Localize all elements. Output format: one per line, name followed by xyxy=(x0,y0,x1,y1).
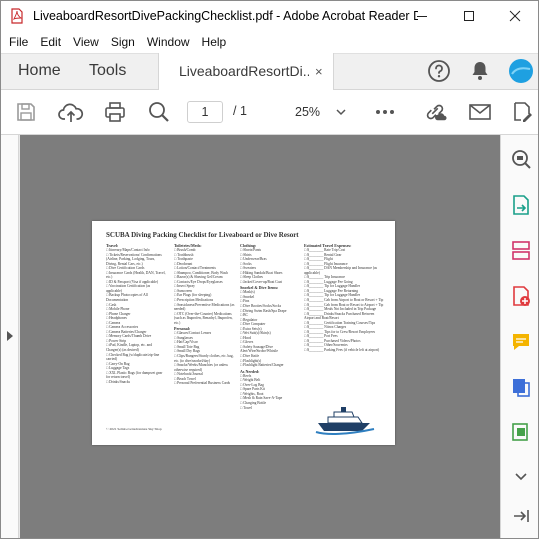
chevron-down-icon[interactable] xyxy=(510,465,532,487)
pdf-checklist-item: Safety Sausage/Dive Alert/Wire/Strobe/Wh… xyxy=(240,345,300,354)
edit-comment-icon[interactable] xyxy=(511,100,533,124)
page-number-input[interactable]: 1 xyxy=(187,101,223,123)
pdf-checklist-item: Towel xyxy=(240,406,300,411)
window-title: LiveaboardResortDivePackingChecklist.pdf… xyxy=(33,9,418,23)
pdf-checklist-item: Drinks/Snacks xyxy=(106,380,166,385)
page-total: / 1 xyxy=(233,104,247,118)
collapse-panel-icon[interactable] xyxy=(510,505,532,527)
tab-close-button[interactable]: × xyxy=(315,64,323,79)
pdf-checklist-item: $________ Meals Not Included in Trip Pac… xyxy=(304,307,384,312)
pdf-checklist-item: $________ Cab from Airport to Boat or Re… xyxy=(304,298,384,303)
pdf-checklist-item: XXL Plastic Bags (for dampwet gear for r… xyxy=(106,371,166,380)
minimize-button[interactable] xyxy=(399,1,445,31)
menu-bar: File Edit View Sign Window Help xyxy=(1,31,538,53)
pdf-column-4: Estimated Travel Expenses: $________ Rat… xyxy=(304,242,384,353)
pdf-item-list: Shorts/PantsShirtsUnderwear/BrasSocksSwe… xyxy=(240,248,300,284)
pdf-page: SCUBA Diving Packing Checklist for Livea… xyxy=(92,221,395,445)
title-bar: LiveaboardResortDivePackingChecklist.pdf… xyxy=(1,1,538,31)
toolbar: 1 / 1 25% xyxy=(1,90,538,135)
print-icon[interactable] xyxy=(104,100,126,124)
expand-left-panel-icon[interactable] xyxy=(6,330,14,342)
zoom-search-icon[interactable] xyxy=(147,100,171,124)
tab-bar: Home Tools LiveaboardResortDi... × xyxy=(1,53,538,91)
pdf-item-list: Glasses/Contact LensesSunglassesHat/Cap/… xyxy=(174,331,236,386)
pdf-checklist-item: Personal Preferential Business Cards xyxy=(174,381,236,386)
share-link-icon[interactable] xyxy=(422,100,448,124)
close-icon xyxy=(509,10,521,22)
pdf-checklist-item: Jacket/Cover-up/Boat Coat xyxy=(240,280,300,285)
pdf-checklist-item: Tickets/Reservations/ Confirmations (Air… xyxy=(106,253,166,267)
maximize-icon xyxy=(464,11,474,21)
save-icon[interactable] xyxy=(15,100,37,124)
tab-document-label: LiveaboardResortDi... xyxy=(179,63,309,79)
chevron-down-icon[interactable] xyxy=(335,100,347,124)
pdf-item-list: Brush/CombToothbrushToothpasteDeodorantL… xyxy=(174,248,236,325)
create-pdf-icon[interactable] xyxy=(510,285,532,307)
tab-home[interactable]: Home xyxy=(18,62,61,80)
pdf-item-list: $________ Rate Trip Cost$________ Rental… xyxy=(304,248,384,353)
pdf-checklist-item: $________ Drinks/Snacks Purchased Betwee… xyxy=(304,312,384,321)
pdf-checklist-item: Vaccination Certification (as applicable… xyxy=(106,284,166,293)
tab-tools[interactable]: Tools xyxy=(89,62,126,80)
pdf-checklist-item: Flashlight Batteries/Charger xyxy=(240,363,300,368)
document-area: SCUBA Diving Packing Checklist for Livea… xyxy=(1,135,500,538)
enhance-scan-icon[interactable] xyxy=(510,148,532,170)
comment-icon[interactable] xyxy=(510,331,532,353)
acrobat-window: LiveaboardResortDivePackingChecklist.pdf… xyxy=(0,0,539,539)
close-window-button[interactable] xyxy=(492,1,538,31)
right-tools-panel xyxy=(500,135,538,538)
pdf-checklist-item: $________ Parking Fees (if vehicle left … xyxy=(304,348,384,353)
cruise-ship-icon xyxy=(315,407,375,435)
pdf-checklist-item: Backup Photocopies of All Documentation xyxy=(106,293,166,302)
compress-pdf-icon[interactable] xyxy=(510,421,532,443)
menu-window[interactable]: Window xyxy=(141,35,196,49)
pdf-column-3: Clothing: Shorts/PantsShirtsUnderwear/Br… xyxy=(240,242,300,410)
menu-edit[interactable]: Edit xyxy=(34,35,67,49)
pdf-checklist-item: Snacks/Weeks/Munchies (or unless otherwi… xyxy=(174,363,236,372)
pdf-column-2: Toiletries/Meds: Brush/CombToothbrushToo… xyxy=(174,242,236,386)
pdf-item-list: ReefsWeight BeltOver-Log BagSpare Parts … xyxy=(240,374,300,410)
zoom-level-select[interactable]: 25% xyxy=(281,101,343,123)
upload-cloud-icon[interactable] xyxy=(58,100,84,124)
menu-view[interactable]: View xyxy=(67,35,105,49)
pdf-checklist-item: OTC (Over-the-Counter) Medications (such… xyxy=(174,312,236,326)
pdf-checklist-item: Checked Bag (w/duplicate/zip-line carrie… xyxy=(106,353,166,362)
export-pdf-icon[interactable] xyxy=(510,194,532,216)
acrobat-pdf-icon xyxy=(11,8,23,24)
document-viewport[interactable]: SCUBA Diving Packing Checklist for Livea… xyxy=(20,135,500,538)
pdf-item-list: Itinerary/Maps/Contact InfoTickets/Reser… xyxy=(106,248,166,384)
pdf-checklist-item: Seasickness/Preventive Medications (as n… xyxy=(174,303,236,312)
pdf-checklist-item: iPad, Kindle, Laptop, etc. and Charger(s… xyxy=(106,343,166,352)
profile-avatar-icon[interactable] xyxy=(508,58,534,84)
maximize-button[interactable] xyxy=(446,1,492,31)
more-tools-icon[interactable] xyxy=(374,100,396,124)
email-icon[interactable] xyxy=(468,100,492,124)
left-navigation-strip xyxy=(1,135,19,538)
menu-sign[interactable]: Sign xyxy=(105,35,141,49)
pdf-title: SCUBA Diving Packing Checklist for Livea… xyxy=(106,231,299,239)
menu-file[interactable]: File xyxy=(1,35,34,49)
menu-help[interactable]: Help xyxy=(196,35,233,49)
combine-files-icon[interactable] xyxy=(510,376,532,398)
pdf-checklist-item: $________ DAN Membership and Insurance (… xyxy=(304,266,384,275)
pdf-column-1: Travel: Itinerary/Maps/Contact InfoTicke… xyxy=(106,242,166,384)
pdf-footer: © 2021 SeliaLovelAdventure Sky Shop xyxy=(106,427,162,431)
minimize-icon xyxy=(417,16,427,17)
tab-document[interactable]: LiveaboardResortDi... × xyxy=(158,53,334,91)
pdf-checklist-item: Insurance Cards (Health, DAN, Travel, et… xyxy=(106,271,166,280)
notifications-bell-icon[interactable] xyxy=(469,60,491,82)
organize-pages-icon[interactable] xyxy=(510,239,532,261)
pdf-item-list: Mask(s)SnorkelFinsDive Booties/Socks/Soc… xyxy=(240,290,300,367)
pdf-checklist-item: Clips/Bungees/Sturdy clothes, etc. bag, … xyxy=(174,354,236,363)
help-icon[interactable] xyxy=(427,59,451,83)
